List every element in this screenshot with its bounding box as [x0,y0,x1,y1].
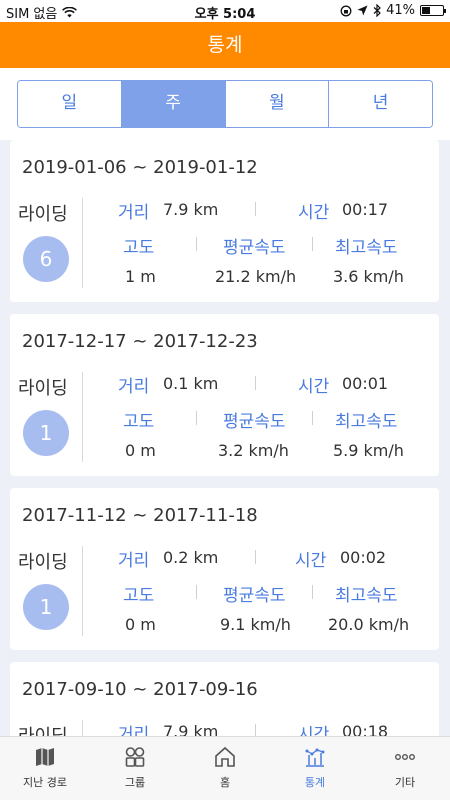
divider [196,585,197,599]
tab-label: 통계 [304,776,326,789]
tab-more[interactable]: 기타 [360,737,450,800]
period-selector-container: 일 주 월 년 [0,68,450,140]
altitude-label: 고도 [123,412,155,432]
stats-icon [305,748,325,767]
home-icon [215,746,235,767]
tab-past-routes[interactable]: 지난 경로 [0,737,90,800]
bottom-tab-bar: 지난 경로 그룹 홈 통계 기타 [0,736,450,800]
altitude-value: 0 m [125,615,156,634]
divider [82,372,83,462]
status-bar: SIM 없음 오후 5:04 41% [0,0,450,22]
time-label: 시간 [298,725,330,736]
distance-value: 7.9 km [163,200,219,219]
divider [255,202,256,216]
divider [196,411,197,425]
time-value: 00:02 [340,548,387,567]
divider [82,546,83,636]
segment-month[interactable]: 월 [225,81,330,127]
time-value: 00:18 [342,722,389,736]
battery-level [422,7,431,14]
divider [255,550,256,564]
avg-speed-label: 평균속도 [223,586,286,606]
avg-speed-value: 9.1 km/h [220,615,291,634]
time-value: 00:17 [342,200,389,219]
max-speed-label: 최고속도 [335,238,398,258]
divider [255,376,256,390]
riding-label: 라이딩 [18,378,68,399]
time-label: 시간 [298,203,330,223]
status-right: 41% [340,3,446,18]
time-value: 00:01 [342,374,389,393]
tab-label: 지난 경로 [23,776,67,789]
tab-statistics[interactable]: 통계 [270,737,360,800]
weekly-stats-list[interactable]: 2019-01-06 ~ 2019-01-12 라이딩 6 거리 7.9 km … [0,140,450,736]
distance-label: 거리 [118,377,150,397]
battery-icon [420,5,446,16]
page-title: 통계 [0,22,450,68]
ride-count-badge: 6 [23,236,69,282]
group-icon [125,747,145,767]
tab-label: 홈 [219,776,231,789]
divider [196,237,197,251]
week-range: 2017-09-10 ~ 2017-09-16 [22,679,258,700]
altitude-value: 1 m [125,267,156,286]
max-speed-value: 3.6 km/h [333,267,404,286]
max-speed-label: 최고속도 [335,412,398,432]
segment-week[interactable]: 주 [121,81,226,127]
week-card[interactable]: 2019-01-06 ~ 2019-01-12 라이딩 6 거리 7.9 km … [10,140,439,302]
distance-label: 거리 [118,551,150,571]
ride-count-badge: 1 [23,410,69,456]
riding-label: 라이딩 [18,722,68,736]
distance-value: 7.9 km [163,722,219,736]
max-speed-value: 20.0 km/h [328,615,410,634]
altitude-label: 고도 [123,586,155,606]
avg-speed-value: 21.2 km/h [215,267,297,286]
altitude-label: 고도 [123,238,155,258]
more-icon [395,753,415,760]
distance-value: 0.2 km [163,548,219,567]
divider [312,411,313,425]
max-speed-label: 최고속도 [335,586,398,606]
distance-label: 거리 [118,725,150,736]
week-range: 2017-12-17 ~ 2017-12-23 [22,331,258,352]
ride-count-badge: 1 [23,584,69,630]
distance-value: 0.1 km [163,374,219,393]
max-speed-value: 5.9 km/h [333,441,404,460]
riding-label: 라이딩 [18,552,68,573]
time-label: 시간 [298,377,330,397]
tab-label: 기타 [394,776,416,789]
divider [312,237,313,251]
divider [255,724,256,736]
tab-home[interactable]: 홈 [180,737,270,800]
avg-speed-label: 평균속도 [223,412,286,432]
divider [82,198,83,288]
segment-day[interactable]: 일 [18,81,122,127]
riding-label: 라이딩 [18,204,68,225]
avg-speed-value: 3.2 km/h [218,441,289,460]
rotation-lock-icon [340,5,352,16]
week-card[interactable]: 2017-09-10 ~ 2017-09-16 라이딩 거리 7.9 km 시간… [10,662,439,736]
week-range: 2019-01-06 ~ 2019-01-12 [22,157,258,178]
week-card[interactable]: 2017-11-12 ~ 2017-11-18 라이딩 1 거리 0.2 km … [10,488,439,650]
location-icon [357,5,368,16]
bluetooth-icon [373,4,381,17]
battery-percent: 41% [386,3,415,18]
tab-label: 그룹 [124,776,146,789]
tab-group[interactable]: 그룹 [90,737,180,800]
altitude-value: 0 m [125,441,156,460]
distance-label: 거리 [118,203,150,223]
divider [312,585,313,599]
time-label: 시간 [295,551,327,571]
segment-year[interactable]: 년 [329,81,432,127]
map-icon [36,748,54,766]
avg-speed-label: 평균속도 [223,238,286,258]
week-card[interactable]: 2017-12-17 ~ 2017-12-23 라이딩 1 거리 0.1 km … [10,314,439,476]
divider [82,720,83,736]
week-range: 2017-11-12 ~ 2017-11-18 [22,505,258,526]
period-segmented-control: 일 주 월 년 [17,80,433,128]
